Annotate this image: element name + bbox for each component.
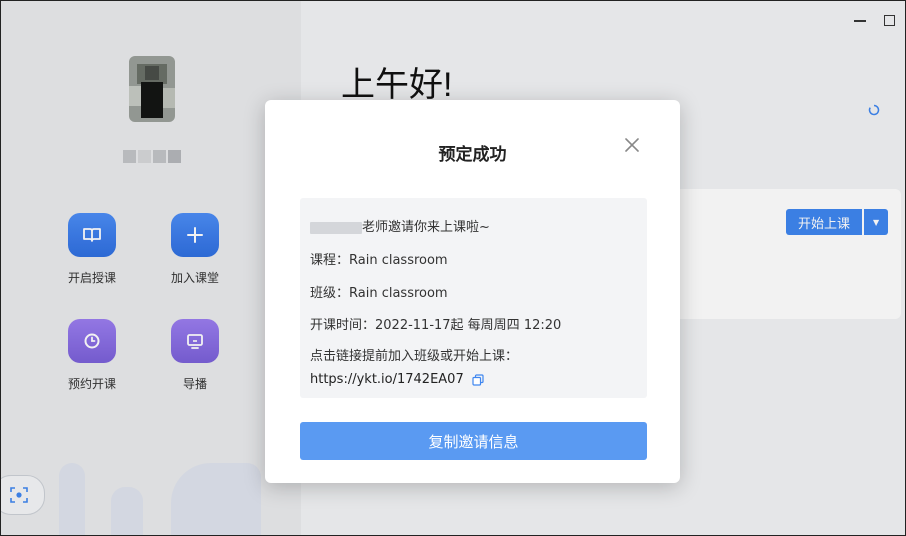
close-icon[interactable] [623, 136, 641, 154]
window-controls [854, 15, 895, 26]
invite-link[interactable]: https://ykt.io/1742EA07 [310, 372, 464, 387]
class-line: 班级：Rain classroom [310, 286, 448, 301]
copy-invite-button[interactable]: 复制邀请信息 [300, 422, 647, 460]
invite-line: 老师邀请你来上课啦~ [310, 216, 490, 235]
app-window: 开启授课 加入课堂 预约开课 导播 上午好! 开始上课 ▼ 预定成功 老师邀请你… [0, 0, 906, 536]
booking-success-dialog: 预定成功 老师邀请你来上课啦~ 课程：Rain classroom 班级：Rai… [265, 100, 680, 483]
dialog-title: 预定成功 [438, 145, 507, 165]
course-line: 课程：Rain classroom [310, 253, 448, 268]
link-line: https://ykt.io/1742EA07 [310, 372, 484, 387]
instruction-line: 点击链接提前加入班级或开始上课： [310, 349, 519, 364]
maximize-icon[interactable] [884, 15, 895, 26]
schedule-line: 开课时间：2022-11-17起 每周周四 12:20 [310, 318, 562, 333]
invite-text: 老师邀请你来上课啦~ [362, 220, 490, 235]
invite-info-box: 老师邀请你来上课啦~ 课程：Rain classroom 班级：Rain cla… [300, 198, 647, 398]
copy-icon[interactable] [472, 373, 484, 386]
minimize-icon[interactable] [854, 19, 866, 22]
teacher-name-blurred [310, 221, 362, 234]
